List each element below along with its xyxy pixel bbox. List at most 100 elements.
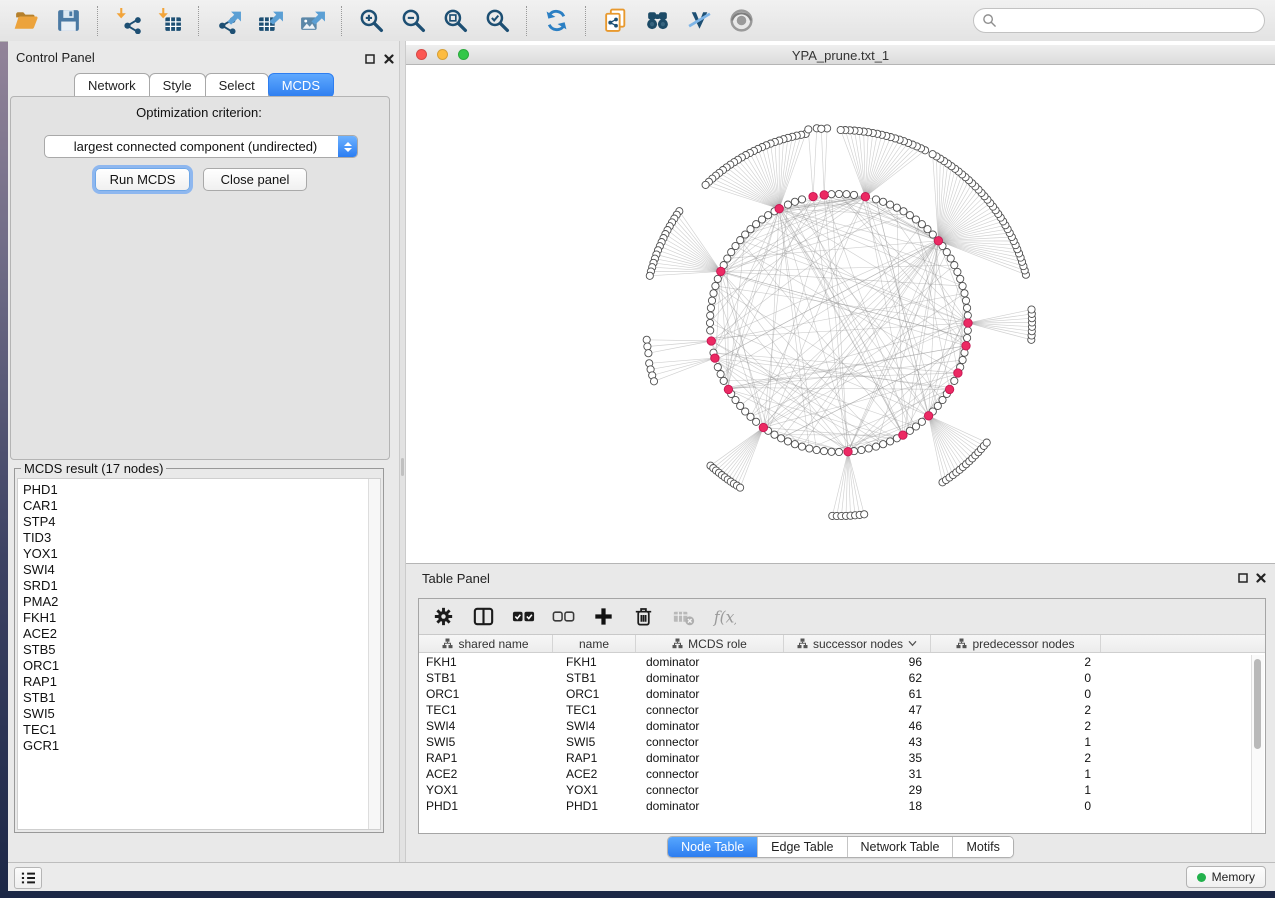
network-node[interactable] (791, 441, 798, 448)
table-row[interactable]: TEC1TEC1connector472 (419, 702, 1265, 718)
network-node[interactable] (835, 190, 842, 197)
network-node[interactable] (646, 272, 653, 279)
mcds-result-item[interactable]: SRD1 (18, 578, 380, 594)
network-node[interactable] (947, 255, 954, 262)
zoom-out-button[interactable] (395, 4, 431, 38)
network-node[interactable] (959, 356, 966, 363)
network-mcds-node[interactable] (945, 385, 953, 393)
network-node[interactable] (710, 290, 717, 297)
network-node[interactable] (765, 212, 772, 219)
network-search-box[interactable] (973, 8, 1265, 33)
network-node[interactable] (865, 445, 872, 452)
network-node[interactable] (717, 371, 724, 378)
zoom-in-button[interactable] (353, 4, 389, 38)
network-node[interactable] (951, 377, 958, 384)
network-node[interactable] (828, 448, 835, 455)
table-row[interactable]: FKH1FKH1dominator962 (419, 654, 1265, 670)
export-table-button[interactable] (252, 4, 288, 38)
table-row[interactable]: YOX1YOX1connector291 (419, 782, 1265, 798)
network-node[interactable] (644, 343, 651, 350)
save-session-button[interactable] (50, 4, 86, 38)
network-node[interactable] (724, 255, 731, 262)
network-mcds-node[interactable] (924, 412, 932, 420)
network-node[interactable] (929, 231, 936, 238)
network-node[interactable] (784, 201, 791, 208)
export-network-button[interactable] (210, 4, 246, 38)
mcds-result-item[interactable]: TEC1 (18, 722, 380, 738)
network-node[interactable] (708, 297, 715, 304)
memory-button[interactable]: Memory (1186, 866, 1266, 888)
network-node[interactable] (707, 304, 714, 311)
optimization-criterion-select[interactable]: largest connected component (undirected) (44, 135, 358, 158)
network-node[interactable] (835, 448, 842, 455)
add-column-button[interactable] (589, 603, 617, 631)
network-node[interactable] (1028, 306, 1035, 313)
mcds-result-item[interactable]: RAP1 (18, 674, 380, 690)
mcds-result-item[interactable]: SWI4 (18, 562, 380, 578)
mcds-result-item[interactable]: PMA2 (18, 594, 380, 610)
run-mcds-button[interactable]: Run MCDS (95, 168, 190, 191)
network-node[interactable] (943, 249, 950, 256)
network-node[interactable] (872, 443, 879, 450)
task-history-button[interactable] (14, 867, 42, 889)
table-scrollbar-thumb[interactable] (1254, 659, 1261, 749)
network-node[interactable] (964, 334, 971, 341)
network-node[interactable] (820, 448, 827, 455)
tab-select[interactable]: Select (205, 73, 269, 98)
mcds-result-item[interactable]: STB1 (18, 690, 380, 706)
mcds-result-item[interactable]: STP4 (18, 514, 380, 530)
network-node[interactable] (737, 484, 744, 491)
network-node[interactable] (650, 378, 657, 385)
network-node[interactable] (983, 439, 990, 446)
network-node[interactable] (706, 319, 713, 326)
panel-splitter[interactable] (399, 41, 406, 862)
network-mcds-node[interactable] (711, 354, 719, 362)
network-mcds-node[interactable] (724, 385, 732, 393)
network-node[interactable] (712, 282, 719, 289)
select-all-rows-button[interactable] (509, 603, 537, 631)
network-node[interactable] (858, 446, 865, 453)
network-mcds-node[interactable] (899, 431, 907, 439)
network-node[interactable] (929, 151, 936, 158)
table-panel-float-icon[interactable] (1237, 572, 1249, 584)
column-header-successor-nodes[interactable]: successor nodes (784, 635, 931, 652)
network-node[interactable] (900, 208, 907, 215)
network-node[interactable] (778, 435, 785, 442)
import-network-button[interactable] (109, 4, 145, 38)
network-node[interactable] (954, 268, 961, 275)
mcds-result-item[interactable]: ORC1 (18, 658, 380, 674)
table-row[interactable]: SWI5SWI5connector431 (419, 734, 1265, 750)
table-row[interactable]: SWI4SWI4dominator462 (419, 718, 1265, 734)
network-mcds-node[interactable] (820, 191, 828, 199)
tab-edge-table[interactable]: Edge Table (757, 837, 846, 857)
network-node[interactable] (964, 327, 971, 334)
column-header-name[interactable]: name (553, 635, 636, 652)
network-node[interactable] (880, 441, 887, 448)
network-node[interactable] (906, 427, 913, 434)
mcds-result-item[interactable]: PHD1 (18, 482, 380, 498)
mcds-result-item[interactable]: SWI5 (18, 706, 380, 722)
network-node[interactable] (714, 364, 721, 371)
binoculars-search-button[interactable] (639, 4, 675, 38)
network-mcds-node[interactable] (775, 205, 783, 213)
network-node[interactable] (880, 198, 887, 205)
share-document-button[interactable] (597, 4, 633, 38)
network-node[interactable] (714, 275, 721, 282)
network-node[interactable] (791, 198, 798, 205)
column-header-shared-name[interactable]: shared name (419, 635, 553, 652)
network-node[interactable] (843, 191, 850, 198)
network-node[interactable] (962, 297, 969, 304)
tab-network-table[interactable]: Network Table (847, 837, 953, 857)
graphics-details-button[interactable] (681, 4, 717, 38)
network-node[interactable] (828, 191, 835, 198)
open-file-button[interactable] (8, 4, 44, 38)
close-panel-button[interactable]: Close panel (203, 168, 307, 191)
network-node[interactable] (951, 262, 958, 269)
table-row[interactable]: RAP1RAP1dominator352 (419, 750, 1265, 766)
network-node[interactable] (964, 304, 971, 311)
table-row[interactable]: PHD1PHD1dominator180 (419, 798, 1265, 814)
network-node[interactable] (720, 377, 727, 384)
show-hide-columns-button[interactable] (469, 603, 497, 631)
tab-network[interactable]: Network (74, 73, 150, 98)
network-mcds-node[interactable] (962, 342, 970, 350)
